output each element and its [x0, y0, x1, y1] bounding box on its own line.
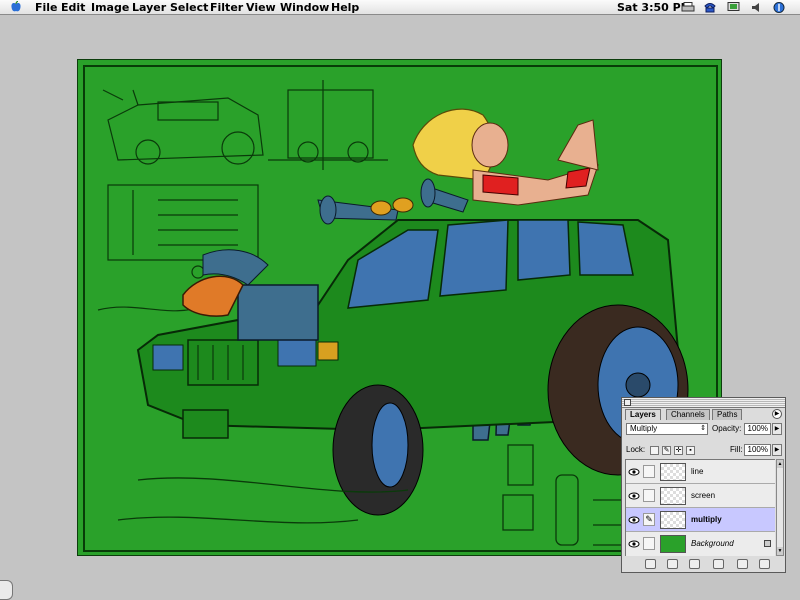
- palette-bottom-bar: [625, 558, 783, 570]
- fill-slider-button[interactable]: ▶: [772, 444, 782, 456]
- printer-icon[interactable]: [681, 2, 695, 13]
- blend-mode-select[interactable]: Multiply ⇕: [626, 423, 708, 435]
- lock-all-icon[interactable]: ▪: [686, 446, 695, 455]
- fill-label: Fill:: [730, 445, 743, 454]
- layer-name: line: [691, 467, 704, 476]
- layer-thumbnail: [660, 535, 686, 553]
- layer-name: multiply: [691, 515, 722, 524]
- layer-link-box[interactable]: [643, 489, 655, 502]
- application-switcher-tab[interactable]: [0, 580, 13, 600]
- blend-mode-value: Multiply: [630, 424, 658, 433]
- adjustment-layer-icon[interactable]: [713, 559, 724, 569]
- menu-layer[interactable]: Layer: [132, 1, 166, 14]
- lock-image-icon[interactable]: ✎: [662, 446, 671, 455]
- lock-transparency-icon[interactable]: [650, 446, 659, 455]
- layer-list: line screen ✎ multiply Background: [625, 459, 775, 556]
- layer-link-box[interactable]: [643, 465, 655, 478]
- palette-menu-icon[interactable]: ▶: [772, 409, 782, 419]
- fill-input[interactable]: 100%: [744, 444, 771, 456]
- menu-view[interactable]: View: [246, 1, 276, 14]
- opacity-label: Opacity:: [712, 424, 742, 433]
- eye-icon[interactable]: [628, 539, 640, 549]
- palette-title-bar[interactable]: [622, 398, 785, 408]
- tab-channels[interactable]: Channels: [666, 409, 710, 420]
- apple-icon[interactable]: [10, 1, 22, 13]
- opacity-input[interactable]: 100%: [744, 423, 771, 435]
- monitor-icon[interactable]: [727, 2, 741, 13]
- layer-row-background[interactable]: Background: [626, 532, 775, 556]
- scroll-down-arrow-icon[interactable]: ▼: [777, 547, 783, 555]
- eye-icon[interactable]: [628, 491, 640, 501]
- chevron-updown-icon: ⇕: [700, 425, 706, 432]
- layer-name: screen: [691, 491, 716, 500]
- eye-icon[interactable]: [628, 515, 640, 525]
- tab-layers[interactable]: Layers: [625, 409, 661, 420]
- tab-paths[interactable]: Paths: [712, 409, 743, 420]
- menu-file[interactable]: File: [35, 1, 58, 14]
- menu-edit[interactable]: Edit: [61, 1, 85, 14]
- trash-icon[interactable]: [759, 559, 770, 569]
- new-layer-icon[interactable]: [737, 559, 748, 569]
- menu-select[interactable]: Select: [170, 1, 208, 14]
- opacity-slider-button[interactable]: ▶: [772, 423, 782, 435]
- layer-link-box[interactable]: [643, 537, 655, 550]
- layers-palette: Layers Channels Paths ▶ Multiply ⇕ Opaci…: [621, 397, 786, 573]
- eye-icon[interactable]: [628, 467, 640, 477]
- paintbrush-icon[interactable]: ✎: [643, 513, 655, 526]
- layer-row-line[interactable]: line: [626, 460, 775, 484]
- layer-row-multiply[interactable]: ✎ multiply: [626, 508, 775, 532]
- lock-label: Lock:: [626, 445, 646, 454]
- scroll-up-arrow-icon[interactable]: ▲: [777, 460, 783, 468]
- mask-icon[interactable]: [667, 559, 678, 569]
- new-set-icon[interactable]: [689, 559, 700, 569]
- menu-image[interactable]: Image: [91, 1, 129, 14]
- lock-position-icon[interactable]: ✛: [674, 446, 683, 455]
- layer-style-icon[interactable]: [645, 559, 656, 569]
- lock-icon: [764, 540, 771, 547]
- close-box-icon[interactable]: [624, 399, 631, 406]
- menu-help[interactable]: Help: [331, 1, 359, 14]
- menu-bar: File Edit Image Layer Select Filter View…: [0, 0, 800, 15]
- layer-name: Background: [691, 539, 734, 548]
- layer-thumbnail: [660, 511, 686, 529]
- application-icon[interactable]: [772, 2, 786, 13]
- menu-filter[interactable]: Filter: [210, 1, 243, 14]
- layer-thumbnail: [660, 487, 686, 505]
- layer-thumbnail: [660, 463, 686, 481]
- speaker-icon[interactable]: [750, 2, 764, 13]
- phone-icon[interactable]: [703, 2, 717, 13]
- layer-list-scrollbar[interactable]: ▲ ▼: [776, 459, 784, 556]
- menu-window[interactable]: Window: [280, 1, 329, 14]
- layer-row-screen[interactable]: screen: [626, 484, 775, 508]
